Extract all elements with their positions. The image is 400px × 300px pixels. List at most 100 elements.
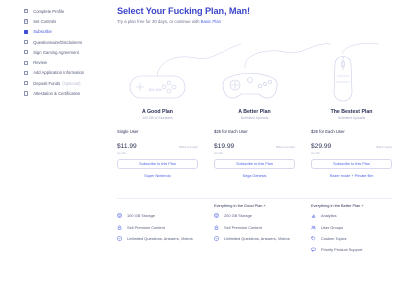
- checkbox-active-icon: [24, 29, 29, 34]
- feature-item: Sell Premium Content: [214, 221, 295, 232]
- feature-item: Unlimited Questions, Answers, Videos: [214, 233, 295, 244]
- plan-price: $29.99: [311, 143, 332, 150]
- step-label: Complete Profile: [33, 8, 65, 14]
- basic-plan-link[interactable]: Basic Plan: [201, 19, 221, 24]
- billing-note: Billed Yearly: [376, 145, 392, 149]
- plan-name: A Better Plan: [238, 109, 271, 115]
- page-subtitle: Try a plan free for 30 days, or continue…: [117, 19, 392, 24]
- step-label: Questionnaire/Disclaimers: [33, 39, 83, 45]
- plan-tagline: Unlimited Uploads: [337, 116, 366, 120]
- step-review[interactable]: Review: [24, 57, 104, 67]
- lock-icon: [214, 225, 219, 230]
- database-icon: [117, 213, 122, 218]
- step-label: Attestation & Certification: [33, 91, 81, 97]
- feature-list-bestest: Everything in the Better Plan + Analytic…: [311, 203, 392, 256]
- plan-tagline: 100 GB of Storables: [142, 116, 173, 120]
- feature-item: Sell Premium Content: [117, 221, 198, 232]
- step-deposit-funds[interactable]: Deposit Funds (Optional): [24, 78, 104, 88]
- plan-user-type: Single User: [117, 129, 139, 134]
- feature-item: Custom Topics: [311, 233, 392, 244]
- step-add-application-info[interactable]: Add Application Information: [24, 68, 104, 78]
- step-set-controls[interactable]: ✓ Set Controls: [24, 16, 104, 26]
- plan-price: $19.99: [214, 143, 235, 150]
- feature-label: Unlimited Questions, Answers, Videos: [224, 235, 290, 241]
- feature-item: Unlimited Questions, Answers, Videos: [117, 233, 198, 244]
- page-title: Select Your Fucking Plan, Man!: [117, 6, 250, 16]
- plan-name: A Good Plan: [142, 109, 173, 115]
- plan-user-type: $25 for Each User: [214, 129, 248, 134]
- plan-tagline: Unlimited Uploads: [240, 116, 269, 120]
- step-label: Sign Gaming Agreement: [33, 49, 79, 55]
- feature-list-better: Everything in the Good Plan + 200 GB Sto…: [214, 203, 295, 256]
- feature-label: User Groups: [321, 224, 344, 230]
- price-period: /month: [117, 151, 126, 155]
- tag-icon: [311, 236, 316, 241]
- plan-link-better[interactable]: Sega Genesis: [214, 174, 295, 178]
- subscribe-good-plan-button[interactable]: Subscribe to this Plan: [117, 159, 198, 169]
- feature-item: Priority Product Support: [311, 244, 392, 255]
- gaming-mouse-illustration: [333, 56, 353, 102]
- plan-card-bestest: The Bestest Plan Unlimited Uploads $25 f…: [311, 109, 392, 178]
- feature-label: Unlimited Questions, Answers, Videos: [127, 235, 193, 241]
- feature-item: 200 GB Storage: [214, 210, 295, 221]
- feature-label: Custom Topics: [321, 235, 347, 241]
- checkbox-icon: [24, 81, 29, 86]
- plan-cards: A Good Plan 100 GB of Storables Single U…: [117, 109, 392, 178]
- checkbox-icon: [24, 60, 29, 65]
- billing-note: Billed Annually: [276, 145, 295, 149]
- feature-label: Priority Product Support: [321, 247, 363, 253]
- checklist-icon: [117, 236, 122, 241]
- group-icon: [311, 225, 316, 230]
- divider: [117, 198, 392, 199]
- plan-link-bestest[interactable]: Razer mode + Private film: [311, 174, 392, 178]
- feature-label: 100 GB Storage: [127, 213, 155, 219]
- feature-heading: Everything in the Good Plan +: [214, 203, 266, 208]
- subscribe-bestest-plan-button[interactable]: Subscribe to this Plan: [311, 159, 392, 169]
- onboarding-steps: ✓ Complete Profile ✓ Set Controls Subscr…: [24, 6, 104, 99]
- support-icon: [311, 247, 316, 253]
- step-label: Deposit Funds: [33, 80, 61, 86]
- chart-icon: [311, 213, 316, 218]
- plan-user-type: $25 for Each User: [311, 129, 345, 134]
- plan-selection: Select Your Fucking Plan, Man! Try a pla…: [117, 6, 392, 252]
- price-period: /month: [311, 151, 320, 155]
- billing-note: Billed Annually: [179, 145, 198, 149]
- step-questionnaire[interactable]: Questionnaire/Disclaimers: [24, 37, 104, 47]
- step-label: Add Application Information: [33, 70, 85, 76]
- feature-item: 100 GB Storage: [117, 210, 198, 221]
- step-optional-note: (Optional): [62, 80, 81, 86]
- checkbox-icon: [24, 50, 29, 55]
- checkbox-checked-icon: ✓: [24, 18, 29, 24]
- step-label: Subscribe: [33, 29, 52, 35]
- subscribe-better-plan-button[interactable]: Subscribe to this Plan: [214, 159, 295, 169]
- feature-label: 200 GB Storage: [224, 213, 252, 219]
- plan-name: The Bestest Plan: [330, 109, 373, 115]
- checklist-icon: [214, 236, 219, 241]
- step-label: Review: [33, 60, 47, 66]
- feature-label: Sell Premium Content: [224, 224, 262, 230]
- plan-card-better: A Better Plan Unlimited Uploads $25 for …: [214, 109, 295, 178]
- plan-price: $11.99: [117, 143, 137, 150]
- checkbox-icon: [24, 39, 29, 45]
- feature-lists: 100 GB Storage Sell Premium Content Unli…: [117, 203, 392, 256]
- checkbox-icon: [24, 91, 29, 96]
- step-subscribe[interactable]: Subscribe: [24, 27, 104, 37]
- step-complete-profile[interactable]: ✓ Complete Profile: [24, 6, 104, 16]
- step-label: Set Controls: [33, 18, 57, 24]
- plan-link-good[interactable]: Super Nintendo: [117, 174, 198, 178]
- price-period: /month: [214, 151, 223, 155]
- feature-item: Analytics: [311, 210, 392, 221]
- subtitle-text: Try a plan free for 30 days, or continue…: [117, 19, 201, 24]
- checkbox-checked-icon: ✓: [24, 8, 29, 14]
- feature-label: Analytics: [321, 213, 337, 219]
- plan-illustrations: [129, 43, 380, 102]
- step-attestation[interactable]: Attestation & Certification: [24, 88, 104, 98]
- feature-heading: Everything in the Better Plan +: [311, 203, 364, 208]
- database-icon: [214, 213, 219, 218]
- feature-item: User Groups: [311, 221, 392, 232]
- checkbox-icon: [24, 70, 29, 76]
- feature-heading: [117, 203, 198, 210]
- step-sign-agreement[interactable]: Sign Gaming Agreement: [24, 47, 104, 57]
- feature-label: Sell Premium Content: [127, 224, 165, 230]
- snes-controller-illustration: [129, 75, 186, 99]
